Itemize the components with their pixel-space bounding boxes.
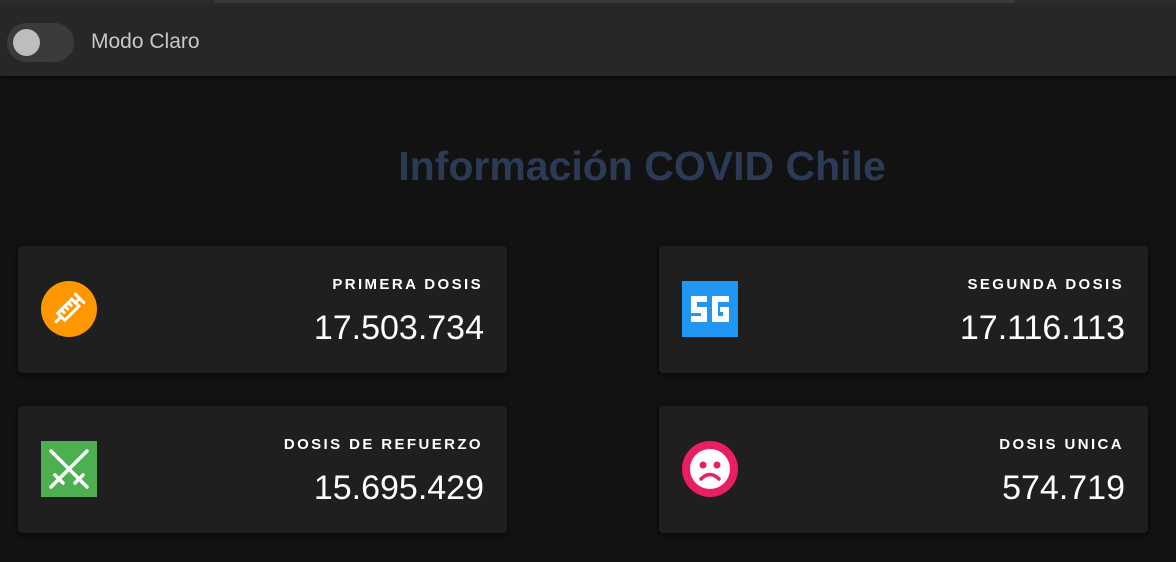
card-label: DOSIS UNICA [999, 436, 1124, 453]
card-label: SEGUNDA DOSIS [967, 276, 1124, 293]
card-value: 17.116.113 [959, 309, 1125, 347]
card-label: PRIMERA DOSIS [332, 276, 483, 293]
app-bar: Modo Claro [0, 6, 1176, 76]
scrollbar-thumb[interactable] [215, 0, 1015, 3]
crossed-syringes-icon [41, 441, 97, 497]
page-title: Información COVID Chile [398, 143, 886, 189]
card-value: 574.719 [1002, 469, 1125, 507]
card-primera-dosis: PRIMERA DOSIS 17.503.734 [18, 246, 507, 373]
light-mode-toggle[interactable] [7, 23, 74, 62]
card-value: 15.695.429 [313, 469, 484, 507]
toggle-thumb[interactable] [13, 29, 40, 56]
card-dosis-unica: DOSIS UNICA 574.719 [659, 406, 1148, 533]
card-dosis-refuerzo: DOSIS DE REFUERZO 15.695.429 [18, 406, 507, 533]
sad-face-icon [682, 441, 738, 497]
light-mode-label: Modo Claro [91, 30, 200, 53]
card-segunda-dosis: SEGUNDA DOSIS 17.116.113 [659, 246, 1148, 373]
card-value: 17.503.734 [313, 309, 484, 347]
syringe-icon [41, 281, 97, 337]
5g-icon [682, 281, 738, 337]
card-label: DOSIS DE REFUERZO [283, 436, 483, 453]
